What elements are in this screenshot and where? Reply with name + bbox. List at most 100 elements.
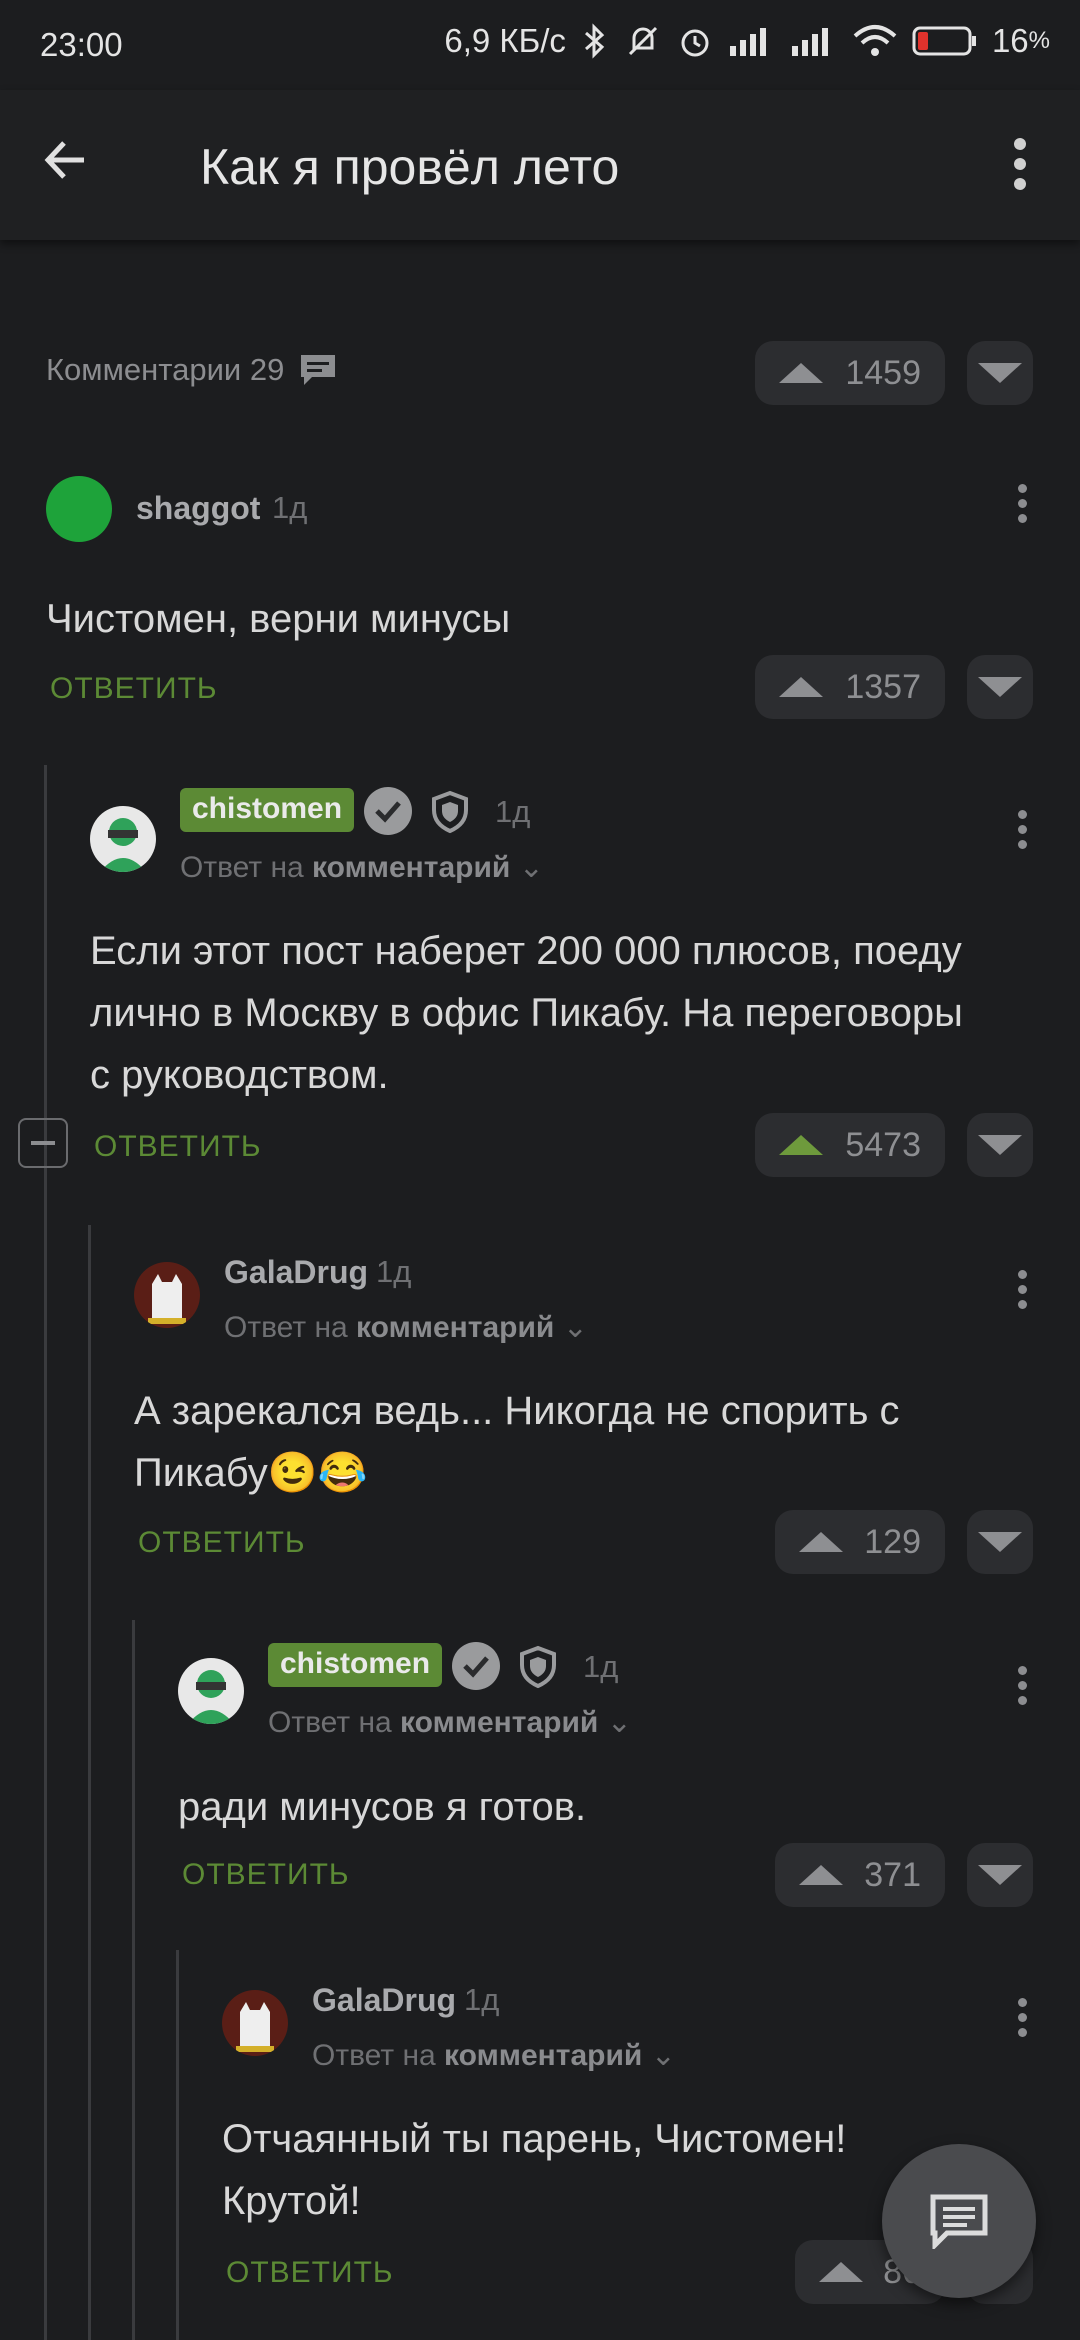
reply-button[interactable]: ОТВЕТИТЬ bbox=[94, 1130, 262, 1164]
upvote-icon bbox=[819, 2262, 863, 2282]
author-badge[interactable]: chistomen bbox=[180, 788, 355, 832]
downvote-icon bbox=[978, 1532, 1022, 1552]
wifi-icon bbox=[852, 24, 898, 58]
avatar-image bbox=[148, 1274, 186, 1324]
comment-author[interactable]: shaggot bbox=[136, 490, 260, 527]
upvote-button[interactable]: 371 bbox=[775, 1843, 945, 1907]
more-vert-icon bbox=[1017, 1998, 1027, 2007]
more-vert-icon bbox=[1017, 1270, 1027, 1279]
downvote-icon bbox=[978, 363, 1022, 383]
reply-to-link[interactable]: Ответ на комментарий ⌄ bbox=[224, 1310, 588, 1345]
minus-icon bbox=[31, 1141, 55, 1145]
more-vert-icon bbox=[1017, 810, 1027, 819]
avatar[interactable] bbox=[46, 476, 112, 542]
thread-line-3 bbox=[132, 1620, 135, 2340]
new-comment-fab[interactable] bbox=[882, 2144, 1036, 2298]
collapse-thread-button[interactable] bbox=[18, 1118, 68, 1168]
post-vote-count: 1459 bbox=[845, 353, 921, 392]
downvote-icon bbox=[978, 677, 1022, 697]
thread-line-4 bbox=[176, 1950, 179, 2340]
mute-bell-icon bbox=[624, 22, 662, 60]
thread-line-1 bbox=[44, 765, 47, 2340]
upvote-icon bbox=[799, 1532, 843, 1552]
downvote-button[interactable] bbox=[967, 1843, 1033, 1907]
more-menu-button[interactable] bbox=[1010, 130, 1050, 200]
upvote-button[interactable]: 1357 bbox=[755, 655, 945, 719]
app-bar: Как я провёл лето bbox=[0, 90, 1080, 240]
reply-button[interactable]: ОТВЕТИТЬ bbox=[50, 672, 218, 706]
comment-text: Отчаянный ты парень, Чистомен! Крутой! bbox=[222, 2117, 847, 2223]
avatar[interactable] bbox=[222, 1990, 288, 2056]
downvote-button[interactable] bbox=[967, 1113, 1033, 1177]
comment-bubble-icon bbox=[301, 355, 336, 385]
status-bar: 23:00 6,9 КБ/с 16% bbox=[0, 0, 1080, 90]
upvote-button[interactable]: 5473 bbox=[755, 1113, 945, 1177]
comment-time: 1д bbox=[495, 794, 531, 829]
downvote-button[interactable] bbox=[967, 1510, 1033, 1574]
upvote-icon bbox=[779, 1135, 823, 1155]
comments-header: Комментарии 29 bbox=[46, 352, 338, 388]
comment-menu-button[interactable] bbox=[1012, 1992, 1032, 2052]
comments-count: Комментарии 29 bbox=[46, 352, 285, 387]
reply-to-link[interactable]: Ответ на комментарий ⌄ bbox=[268, 1705, 632, 1740]
status-icons: 6,9 КБ/с 16% bbox=[444, 22, 1050, 60]
comment-menu-button[interactable] bbox=[1012, 804, 1032, 864]
avatar-image bbox=[100, 818, 146, 872]
arrow-left-icon bbox=[44, 141, 84, 179]
signal-icon-2 bbox=[790, 26, 838, 56]
upvote-icon bbox=[779, 363, 823, 383]
vote-count: 1357 bbox=[845, 667, 921, 706]
avatar[interactable] bbox=[178, 1658, 244, 1724]
upvote-icon bbox=[799, 1865, 843, 1885]
network-speed: 6,9 КБ/с bbox=[444, 22, 566, 59]
battery-level: 16% bbox=[991, 22, 1050, 59]
avatar-image bbox=[188, 1670, 234, 1724]
avatar[interactable] bbox=[90, 806, 156, 872]
reply-button[interactable]: ОТВЕТИТЬ bbox=[138, 1526, 306, 1560]
more-vert-icon bbox=[1017, 1666, 1027, 1675]
back-button[interactable] bbox=[40, 135, 110, 195]
verified-icon bbox=[452, 1642, 500, 1690]
comment-text: А зарекался ведь... Никогда не спорить с… bbox=[134, 1389, 900, 1495]
vote-count: 5473 bbox=[845, 1125, 921, 1164]
comment-text: ради минусов я готов. bbox=[178, 1785, 587, 1829]
battery-icon bbox=[912, 25, 978, 57]
shield-icon bbox=[518, 1645, 558, 1694]
shield-icon bbox=[430, 790, 470, 839]
post-downvote-button[interactable] bbox=[967, 341, 1033, 405]
bluetooth-icon bbox=[580, 23, 610, 59]
downvote-icon bbox=[978, 1135, 1022, 1155]
comment-text: Если этот пост наберет 200 000 плюсов, п… bbox=[90, 929, 963, 1097]
upvote-button[interactable]: 129 bbox=[775, 1510, 945, 1574]
avatar[interactable] bbox=[134, 1262, 200, 1328]
comment-author[interactable]: GalaDrug bbox=[312, 1982, 456, 2019]
author-badge[interactable]: chistomen bbox=[268, 1643, 443, 1687]
thread-line-2 bbox=[88, 1225, 91, 2340]
downvote-button[interactable] bbox=[967, 655, 1033, 719]
alarm-icon bbox=[676, 22, 714, 60]
vote-count: 129 bbox=[864, 1522, 921, 1561]
comment-time: 1д bbox=[376, 1254, 412, 1289]
reply-to-link[interactable]: Ответ на комментарий ⌄ bbox=[312, 2038, 676, 2073]
reply-button[interactable]: ОТВЕТИТЬ bbox=[182, 1858, 350, 1892]
status-time: 23:00 bbox=[40, 26, 123, 63]
comment-menu-button[interactable] bbox=[1012, 1660, 1032, 1720]
avatar-image bbox=[236, 2002, 274, 2052]
reply-to-link[interactable]: Ответ на комментарий ⌄ bbox=[180, 850, 544, 885]
upvote-icon bbox=[779, 677, 823, 697]
signal-icon bbox=[728, 26, 776, 56]
page-title: Как я провёл лето bbox=[200, 139, 620, 195]
comment-author[interactable]: GalaDrug bbox=[224, 1254, 368, 1291]
vote-count: 371 bbox=[864, 1855, 921, 1894]
comment-menu-button[interactable] bbox=[1012, 478, 1032, 538]
comment-time: 1д bbox=[272, 490, 308, 525]
comment-menu-button[interactable] bbox=[1012, 1264, 1032, 1324]
post-upvote-button[interactable]: 1459 bbox=[755, 341, 945, 405]
comment-text: Чистомен, верни минусы bbox=[46, 597, 511, 641]
comment-time: 1д bbox=[464, 1982, 500, 2017]
verified-icon bbox=[364, 787, 412, 835]
more-vert-icon bbox=[1014, 138, 1026, 190]
downvote-icon bbox=[978, 1865, 1022, 1885]
reply-button[interactable]: ОТВЕТИТЬ bbox=[226, 2256, 394, 2290]
more-vert-icon bbox=[1017, 484, 1027, 493]
